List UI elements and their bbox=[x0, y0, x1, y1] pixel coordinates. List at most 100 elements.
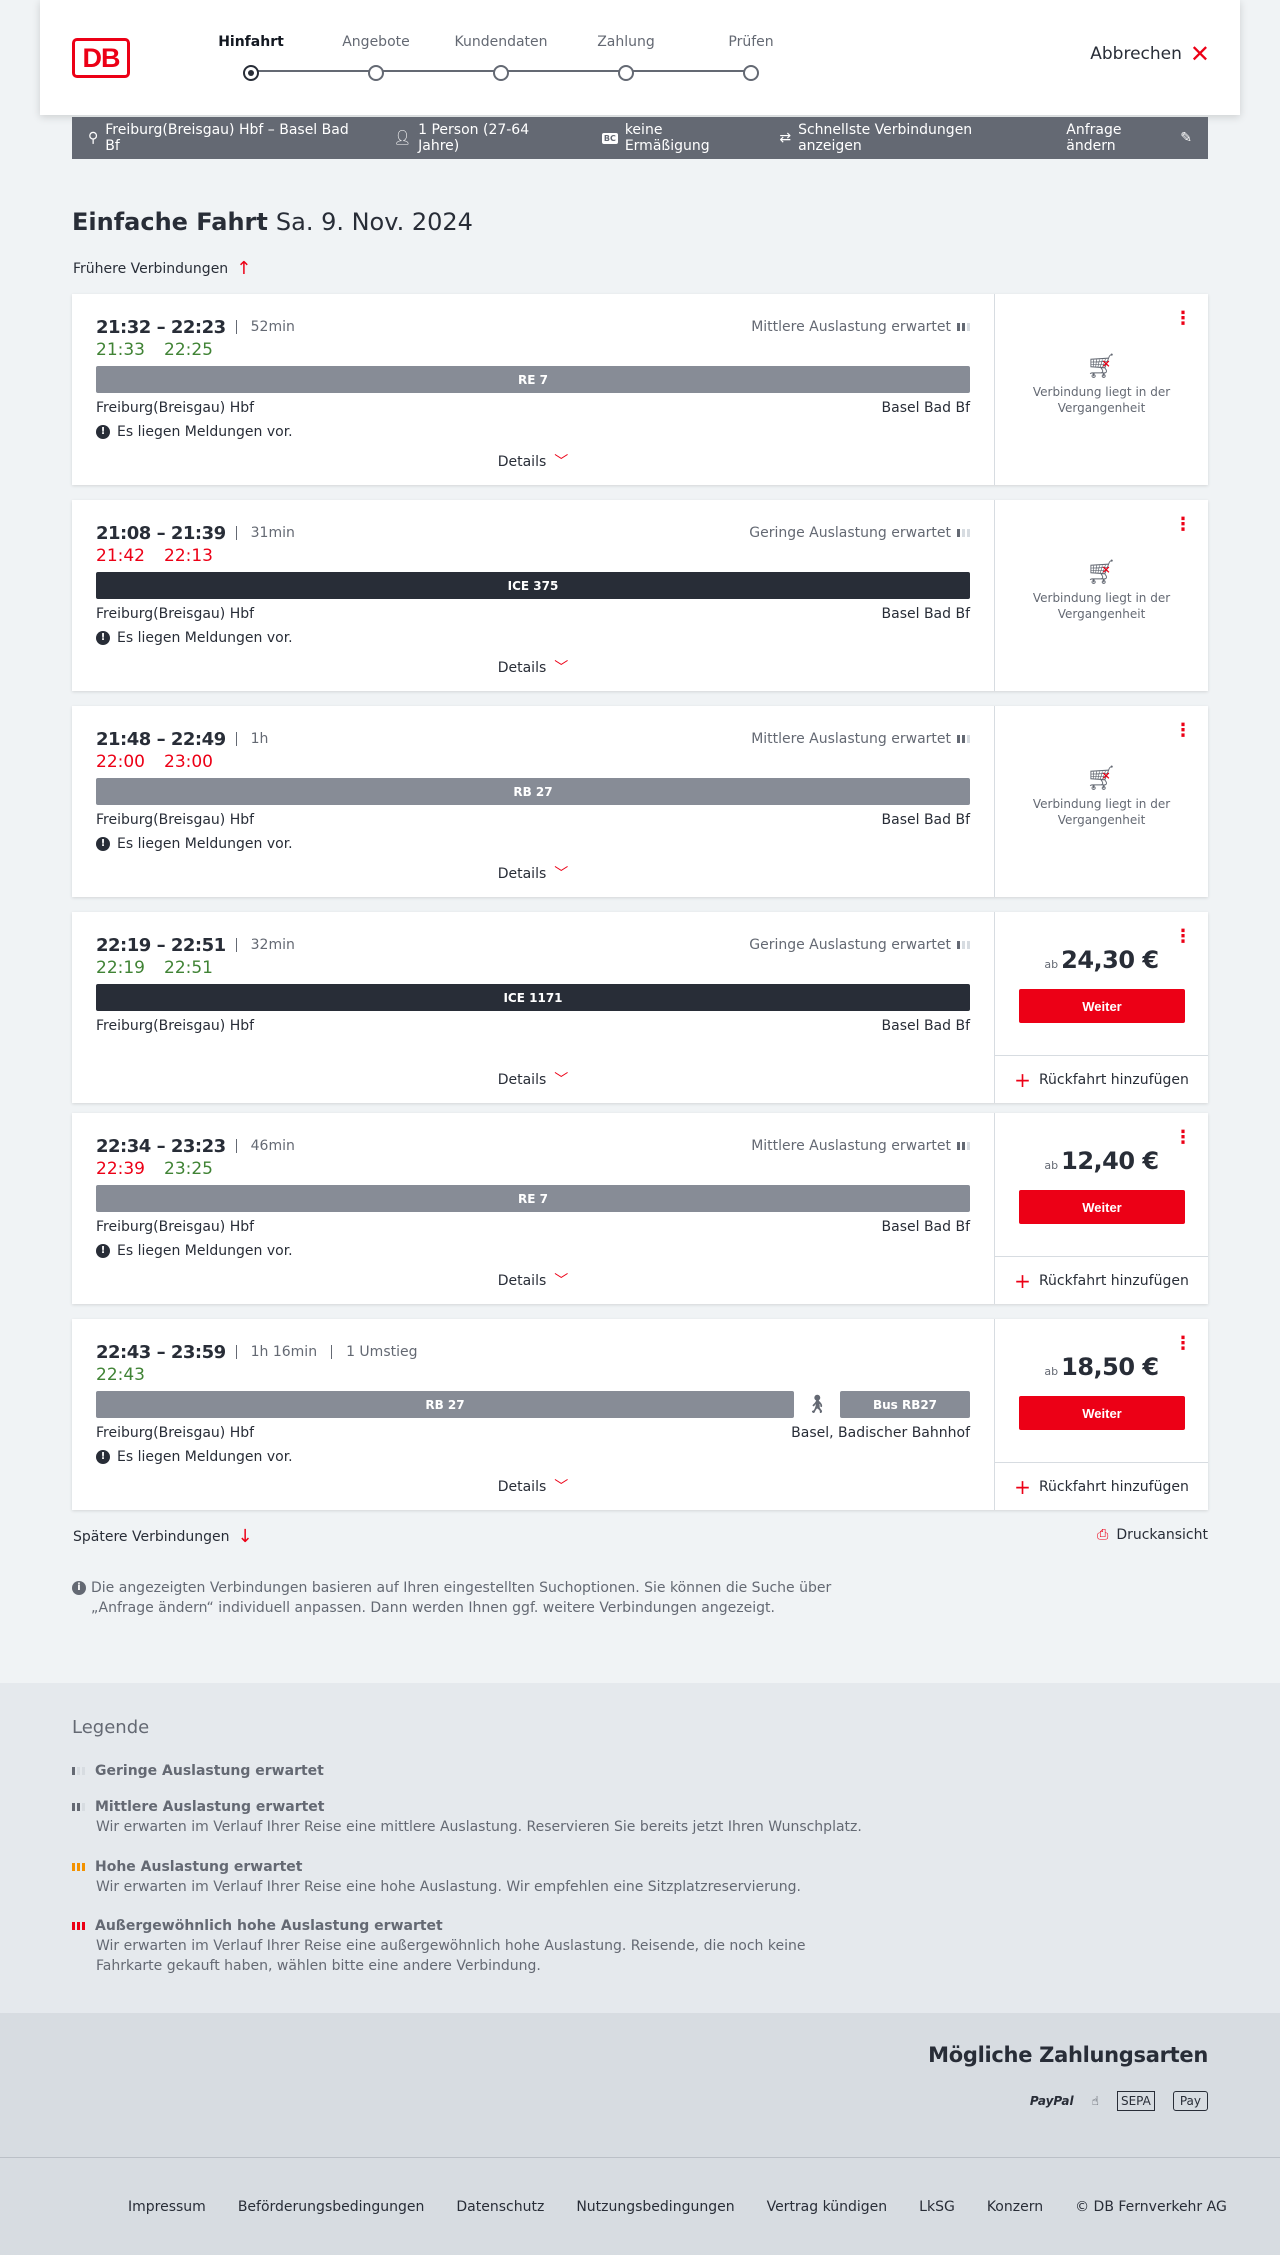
step-hinfahrt: Hinfahrt bbox=[191, 34, 311, 81]
connection-card: 22:34 – 23:23 46min Mittlere Auslastung er… bbox=[72, 1113, 1208, 1304]
load-level-icon bbox=[957, 735, 970, 743]
offer-panel: ⋮ ab 18,50 € Weiter + Rückfahrt hinzufügen bbox=[994, 1319, 1208, 1510]
load-level-icon bbox=[957, 529, 970, 537]
footer-link-lksg[interactable]: LkSG bbox=[919, 2199, 955, 2215]
load-level-icon bbox=[957, 941, 970, 949]
destination-station: Basel Bad Bf bbox=[881, 812, 970, 828]
add-return-button[interactable]: + Rückfahrt hinzufügen bbox=[995, 1462, 1208, 1510]
earlier-connections-link[interactable]: Frühere Verbindungen ↑ bbox=[73, 258, 251, 279]
train-segment-bar[interactable]: ICE 375 bbox=[96, 572, 970, 599]
apple-pay-icon: Pay bbox=[1172, 2091, 1208, 2111]
chevron-down-icon: ﹀ bbox=[554, 1273, 569, 1289]
load-indicator: Mittlere Auslastung erwartet bbox=[751, 731, 970, 747]
origin-station: Freiburg(Breisgau) Hbf bbox=[96, 1425, 255, 1441]
load-indicator: Geringe Auslastung erwartet bbox=[749, 525, 970, 541]
change-query-button[interactable]: Anfrage ändern ✎ bbox=[1066, 122, 1192, 154]
train-bar: RE 7 bbox=[96, 366, 970, 393]
step-dot bbox=[618, 65, 634, 81]
origin-station: Freiburg(Breisgau) Hbf bbox=[96, 812, 255, 828]
destination-station: Basel Bad Bf bbox=[881, 1018, 970, 1034]
past-connection-note: 🛒︎Verbindung liegt in der Vergangenheit bbox=[995, 560, 1208, 622]
more-options-icon[interactable]: ⋮ bbox=[1174, 1129, 1192, 1147]
legend-item-low: Geringe Auslastung erwartet bbox=[72, 1761, 872, 1781]
connection-card: 21:08 – 21:39 31min Geringe Auslastung erw… bbox=[72, 500, 1208, 691]
load-level-icon bbox=[957, 1142, 970, 1150]
details-toggle[interactable]: Details ﹀ bbox=[72, 1476, 994, 1496]
realtime-departure: 22:43 bbox=[96, 1365, 145, 1385]
train-segment-bar[interactable]: RE 7 bbox=[96, 1185, 970, 1212]
later-connections-link[interactable]: Spätere Verbindungen ↓ bbox=[73, 1526, 253, 1547]
more-options-icon[interactable]: ⋮ bbox=[1174, 722, 1192, 740]
sepa-icon: SEPA bbox=[1116, 2091, 1155, 2111]
train-bar: ICE 375 bbox=[96, 572, 970, 599]
footer: Impressum Beförderungsbedingungen Datens… bbox=[0, 2157, 1280, 2255]
booking-header: DB Hinfahrt Angebote Kundendaten Zahlung… bbox=[40, 0, 1240, 115]
stations: Freiburg(Breisgau) Hbf Basel, Badischer B… bbox=[96, 1425, 970, 1441]
plus-icon: + bbox=[1014, 1474, 1031, 1499]
messages-notice: ! Es liegen Meldungen vor. bbox=[96, 1243, 970, 1259]
footer-link-kuendigen[interactable]: Vertrag kündigen bbox=[767, 2199, 888, 2215]
more-options-icon[interactable]: ⋮ bbox=[1174, 928, 1192, 946]
more-options-icon[interactable]: ⋮ bbox=[1174, 1335, 1192, 1353]
realtime-arrival: 23:25 bbox=[164, 1159, 213, 1179]
train-bar: RB 27 🚶︎ Bus RB27 bbox=[96, 1391, 970, 1418]
duration: 31min bbox=[235, 526, 295, 540]
continue-button[interactable]: Weiter bbox=[1019, 989, 1185, 1023]
footer-link-befoerderung[interactable]: Beförderungsbedingungen bbox=[238, 2199, 425, 2215]
duration: 52min bbox=[235, 320, 295, 334]
cart-unavailable-icon: 🛒︎ bbox=[1025, 354, 1178, 378]
scheduled-times: 21:48 – 22:49 bbox=[96, 728, 226, 750]
train-segment-bar[interactable]: RB 27 bbox=[96, 1391, 794, 1418]
db-logo[interactable]: DB bbox=[72, 38, 130, 78]
details-toggle[interactable]: Details ﹀ bbox=[72, 657, 994, 677]
details-toggle[interactable]: Details ﹀ bbox=[72, 863, 994, 883]
train-segment-bar[interactable]: ICE 1171 bbox=[96, 984, 970, 1011]
query-bar: ⚲ Freiburg(Breisgau) Hbf – Basel Bad Bf 👤… bbox=[72, 117, 1208, 159]
connection-card: 21:48 – 22:49 1h Mittlere Auslastung erwar… bbox=[72, 706, 1208, 897]
stations: Freiburg(Breisgau) Hbf Basel Bad Bf bbox=[96, 400, 970, 416]
duration: 32min bbox=[235, 938, 295, 952]
details-toggle[interactable]: Details ﹀ bbox=[72, 1270, 994, 1290]
destination-station: Basel Bad Bf bbox=[881, 606, 970, 622]
print-view-link[interactable]: ⎙ Druckansicht bbox=[1097, 1527, 1208, 1543]
load-indicator: Mittlere Auslastung erwartet bbox=[751, 1138, 970, 1154]
messages-notice: ! Es liegen Meldungen vor. bbox=[96, 630, 970, 646]
offer-panel: ⋮ 🛒︎Verbindung liegt in der Vergangenheit bbox=[994, 500, 1208, 691]
payment-title: Mögliche Zahlungsarten bbox=[928, 2043, 1208, 2067]
details-toggle[interactable]: Details ﹀ bbox=[72, 451, 994, 471]
footer-link-datenschutz[interactable]: Datenschutz bbox=[456, 2199, 544, 2215]
legend-section: Legende Geringe Auslastung erwartet Mitt… bbox=[0, 1683, 1280, 2013]
train-segment-bar[interactable]: RE 7 bbox=[96, 366, 970, 393]
realtime-departure: 22:39 bbox=[96, 1159, 145, 1179]
chevron-down-icon: ﹀ bbox=[554, 454, 569, 470]
legend-item-medium: Mittlere Auslastung erwartet Wir erwarte… bbox=[72, 1797, 872, 1837]
add-return-button[interactable]: + Rückfahrt hinzufügen bbox=[995, 1256, 1208, 1304]
cancel-button[interactable]: Abbrechen ✕ bbox=[1090, 42, 1210, 66]
hand-card-icon: ☝︎ bbox=[1091, 2094, 1099, 2108]
footer-link-nutzung[interactable]: Nutzungsbedingungen bbox=[576, 2199, 734, 2215]
footer-link-impressum[interactable]: Impressum bbox=[128, 2199, 206, 2215]
more-options-icon[interactable]: ⋮ bbox=[1174, 310, 1192, 328]
continue-button[interactable]: Weiter bbox=[1019, 1396, 1185, 1430]
scheduled-times: 22:34 – 23:23 bbox=[96, 1135, 226, 1157]
train-segment-bar[interactable]: RB 27 bbox=[96, 778, 970, 805]
details-toggle[interactable]: Details ﹀ bbox=[72, 1069, 994, 1089]
train-segment-bar[interactable]: Bus RB27 bbox=[840, 1391, 970, 1418]
fastest-toggle[interactable]: ⇄ Schnellste Verbindungen anzeigen bbox=[779, 122, 1036, 154]
legend-item-extreme: Außergewöhnlich hohe Auslastung erwartet… bbox=[72, 1916, 872, 1976]
realtime-times: 21:33 22:25 bbox=[96, 340, 970, 364]
footer-link-konzern[interactable]: Konzern bbox=[987, 2199, 1043, 2215]
step-zahlung: Zahlung bbox=[566, 34, 686, 81]
footer-copyright: © DB Fernverkehr AG bbox=[1075, 2199, 1227, 2215]
legend-title: Legende bbox=[72, 1717, 150, 1738]
swap-arrows-icon: ⇄ bbox=[779, 130, 792, 146]
offer-panel: ⋮ 🛒︎Verbindung liegt in der Vergangenheit bbox=[994, 294, 1208, 485]
add-return-button[interactable]: + Rückfahrt hinzufügen bbox=[995, 1055, 1208, 1103]
realtime-times: 22:00 23:00 bbox=[96, 752, 970, 776]
chevron-down-icon: ﹀ bbox=[554, 866, 569, 882]
offer-panel: ⋮ ab 12,40 € Weiter + Rückfahrt hinzufügen bbox=[994, 1113, 1208, 1304]
more-options-icon[interactable]: ⋮ bbox=[1174, 516, 1192, 534]
scheduled-times: 21:32 – 22:23 bbox=[96, 316, 226, 338]
chevron-down-icon: ﹀ bbox=[554, 1072, 569, 1088]
continue-button[interactable]: Weiter bbox=[1019, 1190, 1185, 1224]
